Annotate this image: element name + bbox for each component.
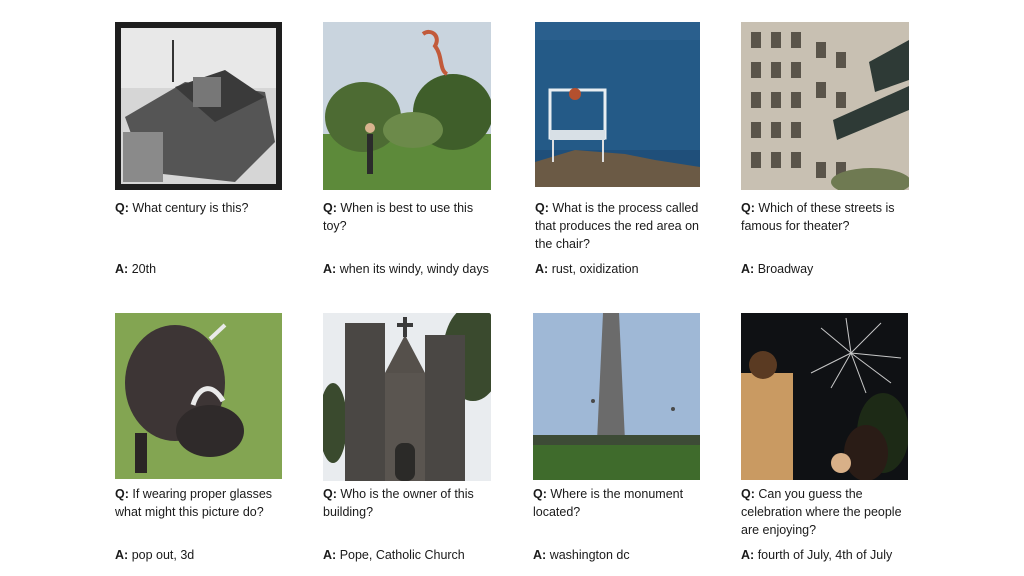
question-text: Q: Which of these streets is famous for …: [741, 199, 917, 235]
answer-value: Broadway: [757, 262, 814, 276]
question-value: Which of these streets is famous for the…: [741, 201, 895, 233]
answer-value: when its windy, windy days: [339, 262, 489, 276]
question-text: Q: Can you guess the celebration where t…: [741, 485, 917, 539]
question-label: Q:: [535, 201, 549, 215]
answer-text: A: when its windy, windy days: [323, 260, 499, 278]
question-value: What is the process called that produces…: [535, 201, 700, 251]
answer-value: rust, oxidization: [551, 262, 639, 276]
question-value: Who is the owner of this building?: [323, 487, 474, 519]
answer-text: A: Broadway: [741, 260, 917, 278]
answer-label: A:: [741, 262, 755, 276]
fireworks-crowd-photo: [741, 313, 908, 480]
question-text: Q: When is best to use this toy?: [323, 199, 499, 235]
question-label: Q:: [323, 487, 337, 501]
answer-text: A: washington dc: [533, 546, 709, 564]
question-label: Q:: [323, 201, 337, 215]
answer-label: A:: [323, 548, 337, 562]
answer-value: washington dc: [549, 548, 630, 562]
answer-text: A: fourth of July, 4th of July: [741, 546, 917, 564]
question-label: Q:: [115, 201, 129, 215]
washington-monument-photo: [533, 313, 700, 480]
question-text: Q: What is the process called that produ…: [535, 199, 711, 253]
vintage-airplane-photo: [115, 22, 282, 190]
answer-text: A: pop out, 3d: [115, 546, 291, 564]
question-value: What century is this?: [132, 201, 249, 215]
cathedral-photo: [323, 313, 491, 481]
question-value: When is best to use this toy?: [323, 201, 474, 233]
answer-label: A:: [115, 262, 129, 276]
question-text: Q: If wearing proper glasses what might …: [115, 485, 291, 521]
kite-flying-photo: [323, 22, 491, 190]
question-value: If wearing proper glasses what might thi…: [115, 487, 273, 519]
answer-value: fourth of July, 4th of July: [757, 548, 893, 562]
answer-label: A:: [115, 548, 129, 562]
answer-text: A: 20th: [115, 260, 291, 278]
answer-label: A:: [533, 548, 547, 562]
answer-label: A:: [323, 262, 337, 276]
grazing-bull-photo: [115, 313, 282, 479]
question-label: Q:: [741, 201, 755, 215]
answer-label: A:: [535, 262, 549, 276]
answer-value: pop out, 3d: [131, 548, 195, 562]
question-label: Q:: [115, 487, 129, 501]
broadway-street-sign-photo: [741, 22, 909, 190]
answer-text: A: rust, oxidization: [535, 260, 711, 278]
question-value: Can you guess the celebration where the …: [741, 487, 902, 537]
question-text: Q: Where is the monument located?: [533, 485, 709, 521]
question-value: Where is the monument located?: [533, 487, 684, 519]
question-label: Q:: [741, 487, 755, 501]
question-label: Q:: [533, 487, 547, 501]
answer-value: Pope, Catholic Church: [339, 548, 465, 562]
answer-label: A:: [741, 548, 755, 562]
answer-text: A: Pope, Catholic Church: [323, 546, 499, 564]
question-text: Q: What century is this?: [115, 199, 291, 217]
question-text: Q: Who is the owner of this building?: [323, 485, 499, 521]
answer-value: 20th: [131, 262, 157, 276]
chair-by-sea-photo: [535, 22, 700, 187]
